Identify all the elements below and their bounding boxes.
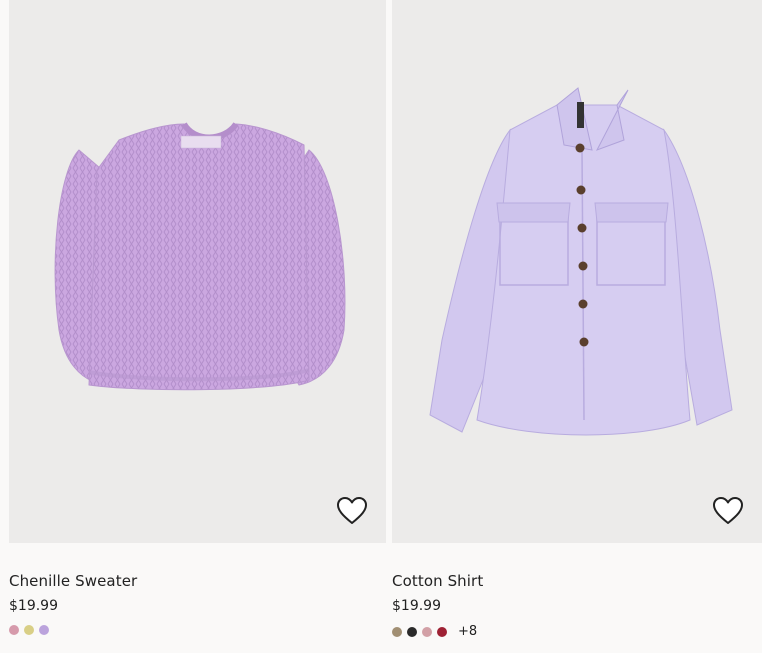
product-title[interactable]: Cotton Shirt	[392, 572, 483, 590]
product-image[interactable]	[9, 0, 386, 543]
product-price: $19.99	[9, 598, 58, 614]
color-swatch[interactable]	[392, 627, 402, 637]
color-swatch[interactable]	[407, 627, 417, 637]
color-swatch[interactable]	[39, 625, 49, 635]
product-image[interactable]	[392, 0, 762, 543]
product-price: $19.99	[392, 598, 441, 614]
more-colors-count[interactable]: +8	[458, 625, 477, 639]
product-card-cotton-shirt[interactable]: Cotton Shirt $19.99 +8	[392, 0, 762, 639]
color-swatches: +8	[392, 625, 477, 639]
color-swatch[interactable]	[422, 627, 432, 637]
color-swatches	[9, 625, 49, 635]
sweater-image	[54, 122, 346, 391]
shirt-image	[429, 87, 733, 436]
favorite-heart-icon[interactable]	[712, 496, 744, 526]
product-card-chenille-sweater[interactable]: Chenille Sweater $19.99	[9, 0, 386, 635]
favorite-heart-icon[interactable]	[336, 496, 368, 526]
color-swatch[interactable]	[9, 625, 19, 635]
color-swatch[interactable]	[437, 627, 447, 637]
product-grid: Chenille Sweater $19.99 Cotton Shirt $19…	[0, 0, 762, 653]
product-title[interactable]: Chenille Sweater	[9, 572, 137, 590]
color-swatch[interactable]	[24, 625, 34, 635]
